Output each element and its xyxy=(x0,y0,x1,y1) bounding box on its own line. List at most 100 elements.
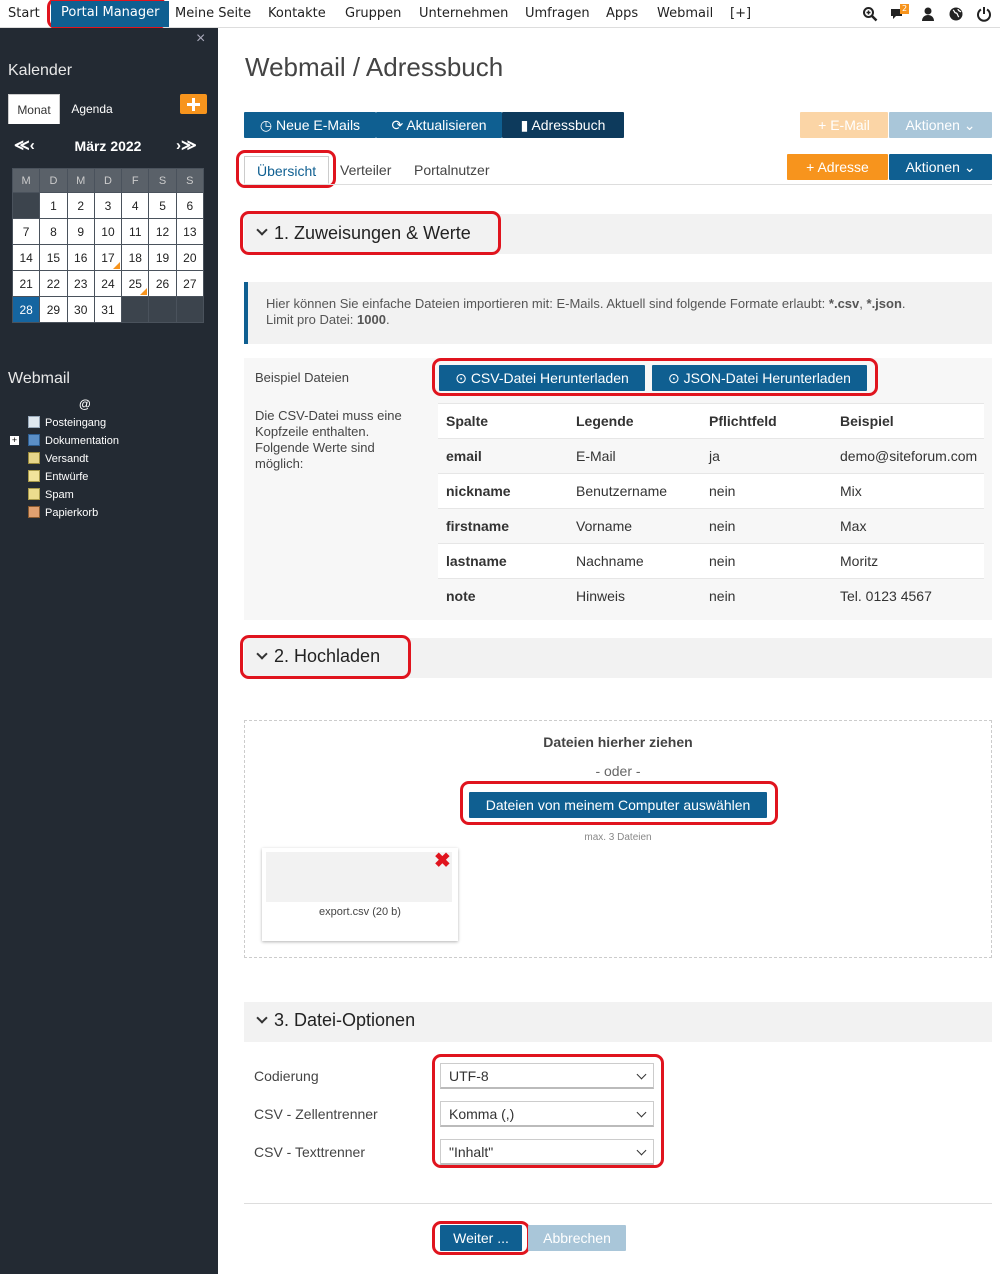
calendar-day[interactable]: 10 xyxy=(93,218,123,245)
actions-button[interactable]: Aktionen ⌄ xyxy=(889,154,992,180)
power-icon[interactable] xyxy=(976,6,992,22)
download-json-button[interactable]: ⊙ JSON-Datei Herunterladen xyxy=(652,365,867,391)
actions-label: Aktionen xyxy=(905,117,960,133)
next-month-button[interactable]: ›≫ xyxy=(176,136,197,154)
chevron-down-icon: ⌄ xyxy=(959,117,976,133)
folder-spam[interactable]: Spam xyxy=(28,488,74,501)
clock-icon: ◷ xyxy=(259,117,277,133)
calendar-day[interactable]: 22 xyxy=(39,270,68,297)
refresh-button[interactable]: ⟳ Aktualisieren xyxy=(376,112,502,138)
plus-icon: + xyxy=(818,117,831,133)
calendar-day[interactable]: 4 xyxy=(121,192,150,219)
folder-dokumentation[interactable]: Dokumentation xyxy=(28,434,119,447)
table-cell: Nachname xyxy=(568,543,701,579)
calendar-day[interactable]: 27 xyxy=(175,270,205,297)
calendar-day[interactable]: 20 xyxy=(175,244,205,271)
calendar-day[interactable]: 2 xyxy=(66,192,95,219)
calendar-day[interactable]: 30 xyxy=(66,296,95,323)
calendar-day[interactable]: 16 xyxy=(66,244,95,271)
encoding-select[interactable]: UTF-8 xyxy=(440,1063,654,1089)
prev-month-button[interactable]: ≪‹ xyxy=(14,136,35,154)
tab-monat[interactable]: Monat xyxy=(8,94,60,124)
expand-icon[interactable]: + xyxy=(10,436,19,445)
calendar-day[interactable]: 31 xyxy=(93,296,123,323)
info-format-csv: *.csv xyxy=(828,296,860,311)
cancel-button[interactable]: Abbrechen xyxy=(528,1225,626,1251)
table-cell: Hinweis xyxy=(568,578,701,614)
table-cell: nein xyxy=(701,508,832,544)
calendar-day[interactable]: 8 xyxy=(39,218,68,245)
folder-papierkorb[interactable]: Papierkorb xyxy=(28,506,98,519)
nav-gruppen[interactable]: Gruppen xyxy=(345,0,401,28)
actions-top-button[interactable]: Aktionen ⌄ xyxy=(889,112,992,138)
section-file-options[interactable]: 3. Datei-Optionen xyxy=(244,1002,992,1042)
calendar-day[interactable]: 25 xyxy=(121,270,150,297)
nav-webmail[interactable]: Webmail xyxy=(657,0,713,28)
calendar-day[interactable]: 29 xyxy=(39,296,68,323)
email-label: E-Mail xyxy=(830,117,870,133)
globe-icon[interactable] xyxy=(948,6,964,22)
addressbook-button[interactable]: ▮ Adressbuch xyxy=(502,112,624,138)
table-header: Beispiel xyxy=(832,403,984,439)
next-button[interactable]: Weiter ... xyxy=(440,1225,522,1251)
nav-umfragen[interactable]: Umfragen xyxy=(525,0,590,28)
calendar-day[interactable]: 9 xyxy=(66,218,95,245)
calendar-day[interactable]: 6 xyxy=(175,192,205,219)
book-icon: ▮ xyxy=(520,117,532,133)
search-zoom-icon[interactable] xyxy=(862,6,878,22)
folder-label: Entwürfe xyxy=(45,471,89,483)
folder-posteingang[interactable]: Posteingang xyxy=(28,416,106,429)
folder-entwuerfe[interactable]: Entwürfe xyxy=(28,470,88,483)
calendar-empty-cell xyxy=(175,296,205,323)
user-icon[interactable] xyxy=(920,6,936,22)
text-separator-select[interactable]: "Inhalt" xyxy=(440,1139,654,1165)
tab-agenda[interactable]: Agenda xyxy=(62,94,122,124)
calendar-day[interactable]: 18 xyxy=(121,244,150,271)
choose-files-button[interactable]: Dateien von meinem Computer auswählen xyxy=(469,792,767,818)
close-icon[interactable]: × xyxy=(196,30,205,48)
table-row: note Hinweis nein Tel. 0123 4567 xyxy=(438,578,984,614)
email-button[interactable]: + E-Mail xyxy=(800,112,888,138)
webmail-title: Webmail xyxy=(8,370,70,387)
remove-file-icon[interactable]: ✖ xyxy=(434,848,451,873)
nav-more[interactable]: [+] xyxy=(730,0,751,28)
calendar-day[interactable]: 13 xyxy=(175,218,205,245)
download-csv-button[interactable]: ⊙ CSV-Datei Herunterladen xyxy=(439,365,645,391)
tab-verteiler[interactable]: Verteiler xyxy=(340,156,391,184)
folder-versandt[interactable]: Versandt xyxy=(28,452,88,465)
add-address-label: Adresse xyxy=(817,159,869,175)
limit-value: 1000 xyxy=(357,312,386,327)
table-row: email E-Mail ja demo@siteforum.com xyxy=(438,438,984,474)
nav-meine-seite[interactable]: Meine Seite xyxy=(175,0,251,28)
calendar-day[interactable]: 19 xyxy=(148,244,177,271)
calendar-day[interactable]: 28 xyxy=(11,296,41,323)
calendar-day[interactable]: 17 xyxy=(93,244,123,271)
tab-uebersicht[interactable]: Übersicht xyxy=(244,156,330,184)
add-event-button[interactable] xyxy=(180,94,207,114)
nav-portal-manager[interactable]: Portal Manager xyxy=(51,1,170,27)
calendar-day[interactable]: 24 xyxy=(93,270,123,297)
calendar-day[interactable]: 14 xyxy=(11,244,41,271)
add-address-button[interactable]: + Adresse xyxy=(787,154,888,180)
top-navigation: Start Portal Manager Meine Seite Kontakt… xyxy=(0,0,1000,29)
calendar-day[interactable]: 5 xyxy=(148,192,177,219)
calendar-day[interactable]: 7 xyxy=(11,218,41,245)
nav-unternehmen[interactable]: Unternehmen xyxy=(419,0,508,28)
nav-start[interactable]: Start xyxy=(8,0,40,28)
calendar-day[interactable]: 21 xyxy=(11,270,41,297)
cell-separator-select[interactable]: Komma (,) xyxy=(440,1101,654,1127)
calendar-day[interactable]: 3 xyxy=(93,192,123,219)
new-mails-button[interactable]: ◷ Neue E-Mails xyxy=(244,112,376,138)
calendar-day[interactable]: 11 xyxy=(121,218,150,245)
calendar-day[interactable]: 26 xyxy=(148,270,177,297)
nav-apps[interactable]: Apps xyxy=(606,0,638,28)
table-cell: lastname xyxy=(438,543,568,579)
folder-label: Papierkorb xyxy=(45,507,99,519)
calendar-day[interactable]: 23 xyxy=(66,270,95,297)
calendar-day[interactable]: 12 xyxy=(148,218,177,245)
tab-portalnutzer[interactable]: Portalnutzer xyxy=(414,156,489,184)
calendar-day[interactable]: 1 xyxy=(39,192,68,219)
nav-kontakte[interactable]: Kontakte xyxy=(268,0,326,28)
calendar-day[interactable]: 15 xyxy=(39,244,68,271)
table-cell: demo@siteforum.com xyxy=(832,438,984,474)
